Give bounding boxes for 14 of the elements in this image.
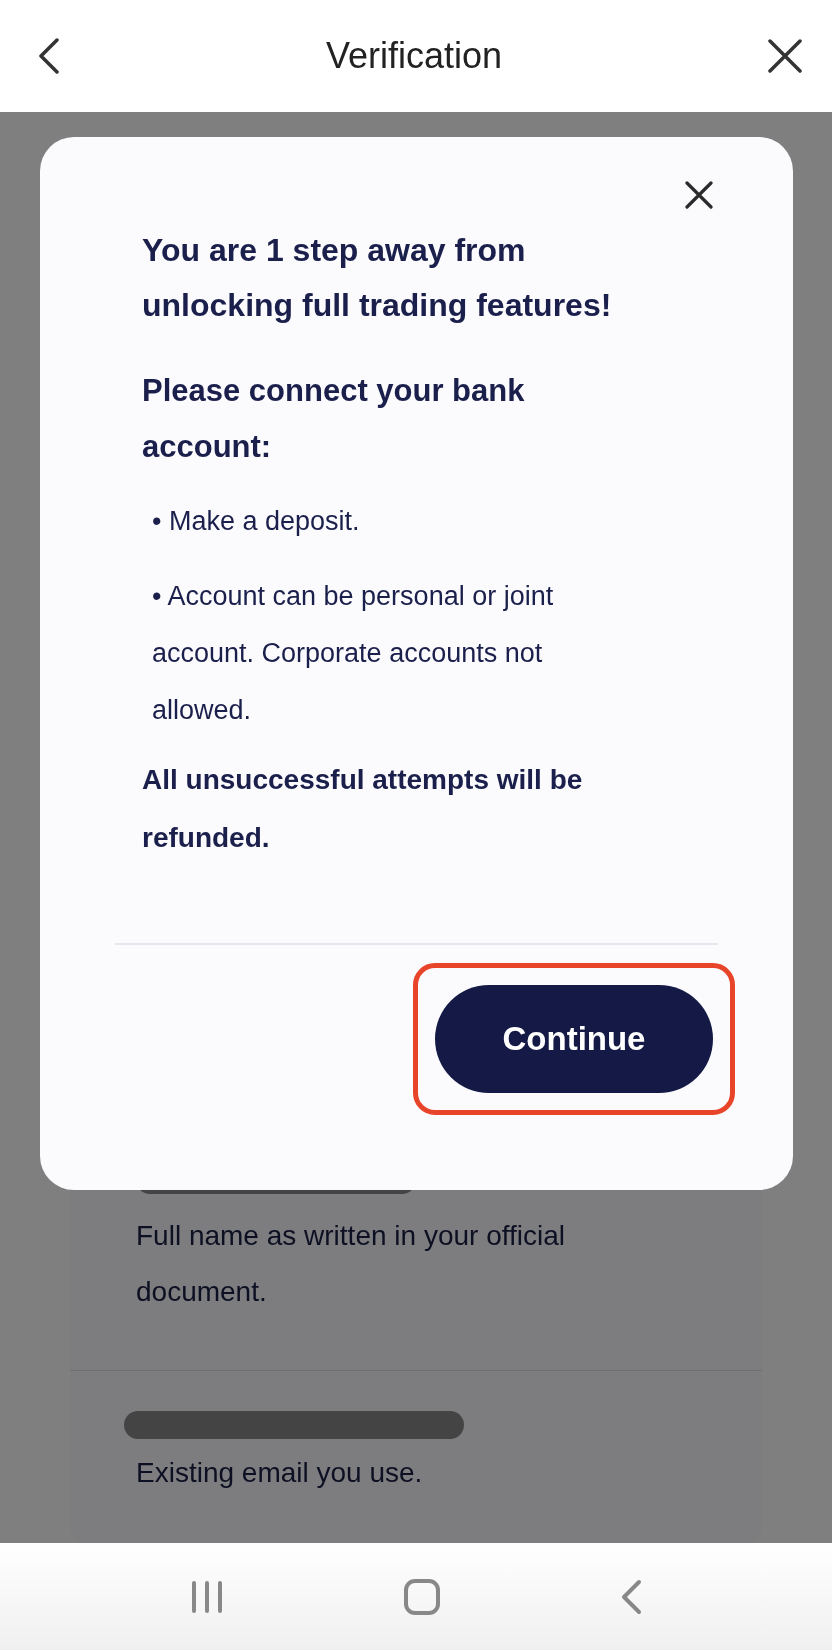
- field-description: Full name as written in your official document.: [136, 1219, 566, 1309]
- bullet-item: • Account can be personal or joint account. Corporate accounts not allowed.: [152, 580, 555, 727]
- bullet-item: • Make a deposit.: [152, 505, 361, 538]
- recent-apps-icon[interactable]: [189, 1579, 224, 1614]
- dialog-subheading: Please connect your bank account:: [142, 372, 526, 466]
- dialog-note: All unsuccessful attempts will be refunded.: [142, 763, 584, 855]
- continue-button[interactable]: Continue: [435, 984, 713, 1093]
- screen-title: Verification: [325, 35, 503, 77]
- field-description: Existing email you use.: [136, 1456, 424, 1490]
- dialog-heading: You are 1 step away from unlocking full trading features!: [142, 231, 613, 325]
- back-icon[interactable]: [38, 38, 60, 74]
- home-icon[interactable]: [403, 1577, 441, 1616]
- close-icon[interactable]: [685, 181, 713, 209]
- close-icon[interactable]: [768, 39, 802, 73]
